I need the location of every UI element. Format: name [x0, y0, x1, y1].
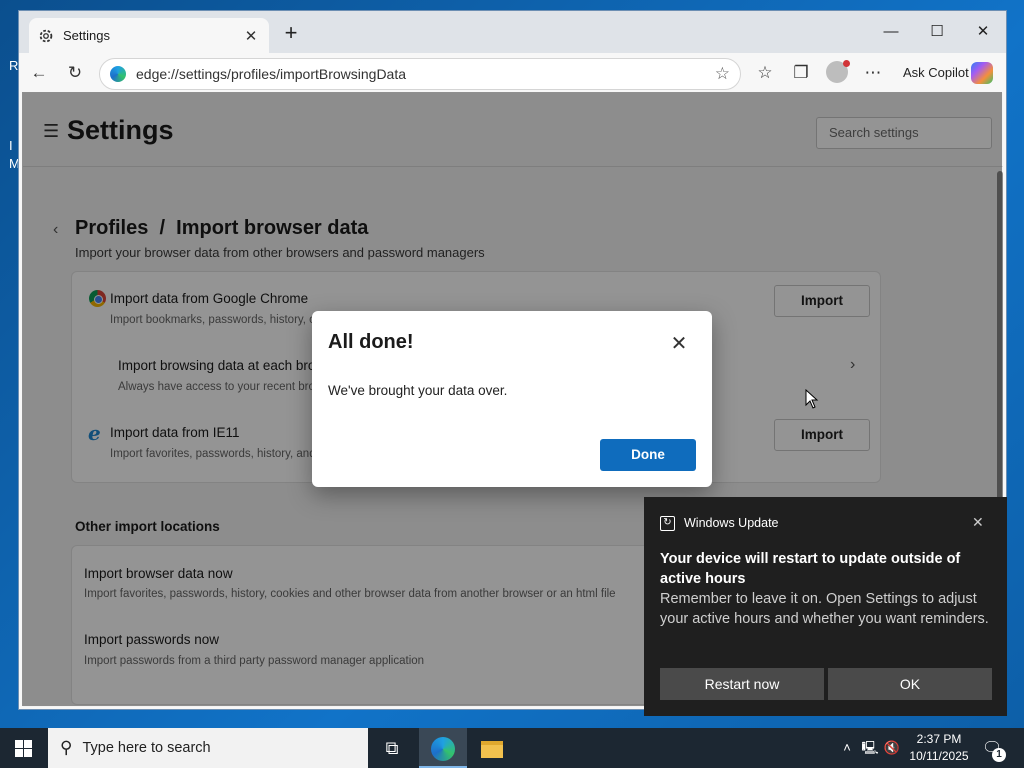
maximize-button[interactable]: ☐ [915, 19, 959, 45]
toast-body: Remember to leave it on. Open Settings t… [660, 591, 989, 627]
done-button[interactable]: Done [600, 439, 696, 471]
copilot-label[interactable]: Ask Copilot [903, 65, 969, 80]
task-view-icon[interactable]: ⧉ [368, 728, 416, 768]
close-icon[interactable]: ✕ [972, 514, 984, 531]
search-placeholder: Type here to search [82, 740, 211, 756]
update-icon: ↻ [660, 516, 675, 531]
profile-alert-dot [843, 60, 850, 67]
mouse-cursor-icon [805, 389, 819, 409]
tab-settings[interactable]: Settings ✕ [29, 18, 269, 53]
windows-update-toast: ↻ Windows Update ✕ Your device will rest… [644, 497, 1007, 716]
favorite-star-icon[interactable]: ☆ [715, 64, 730, 84]
tab-title: Settings [63, 28, 110, 43]
volume-muted-icon[interactable]: 🔇 [882, 728, 902, 768]
more-menu-icon[interactable]: ⋯ [859, 60, 887, 86]
close-icon[interactable]: ✕ [668, 331, 690, 356]
edge-icon [431, 737, 455, 762]
notification-count-badge: 1 [992, 748, 1006, 762]
taskbar-edge-app[interactable] [419, 728, 467, 768]
network-icon[interactable]: 🖳 [860, 728, 880, 768]
title-bar: Settings ✕ + — ☐ ✕ [19, 11, 1006, 53]
chevron-up-icon[interactable]: ˄ [838, 728, 856, 768]
ok-button[interactable]: OK [828, 668, 992, 700]
url-text: edge://settings/profiles/importBrowsingD… [136, 66, 407, 82]
close-window-button[interactable]: ✕ [961, 19, 1005, 45]
edge-icon [110, 66, 126, 82]
minimize-button[interactable]: — [869, 19, 913, 45]
toast-app-name: Windows Update [684, 516, 779, 530]
taskbar: ⚲ Type here to search ⧉ ˄ 🖳 🔇 2:37 PM 10… [0, 728, 1024, 768]
toast-heading: Your device will restart to update outsi… [660, 551, 961, 587]
address-bar[interactable]: edge://settings/profiles/importBrowsingD… [99, 58, 741, 90]
browser-toolbar: ← ↻ edge://settings/profiles/importBrows… [19, 53, 1006, 93]
windows-logo-icon [15, 740, 32, 757]
refresh-button[interactable]: ↻ [61, 60, 89, 86]
back-button[interactable]: ← [25, 60, 53, 86]
collections-icon[interactable]: ❐ [787, 60, 815, 86]
favorites-icon[interactable]: ☆ [751, 60, 779, 86]
taskbar-search-box[interactable]: ⚲ Type here to search [48, 728, 368, 768]
clock-time: 2:37 PM [916, 732, 962, 746]
copilot-icon[interactable] [971, 62, 993, 84]
clock-date: 10/11/2025 [909, 749, 969, 763]
desktop-icon-label: R [9, 58, 19, 73]
restart-now-button[interactable]: Restart now [660, 668, 824, 700]
new-tab-button[interactable]: + [277, 21, 305, 47]
taskbar-explorer-app[interactable] [468, 728, 516, 768]
dialog-title: All done! [328, 331, 414, 353]
system-clock[interactable]: 2:37 PM 10/11/2025 [904, 731, 974, 765]
gear-icon [39, 29, 53, 42]
dialog-message: We've brought your data over. [328, 383, 508, 398]
import-complete-dialog: All done! ✕ We've brought your data over… [312, 311, 712, 487]
folder-icon [481, 740, 503, 758]
start-button[interactable] [0, 728, 48, 768]
search-icon: ⚲ [60, 738, 73, 757]
desktop-icon-label: I [9, 138, 13, 153]
close-icon[interactable]: ✕ [241, 27, 261, 45]
